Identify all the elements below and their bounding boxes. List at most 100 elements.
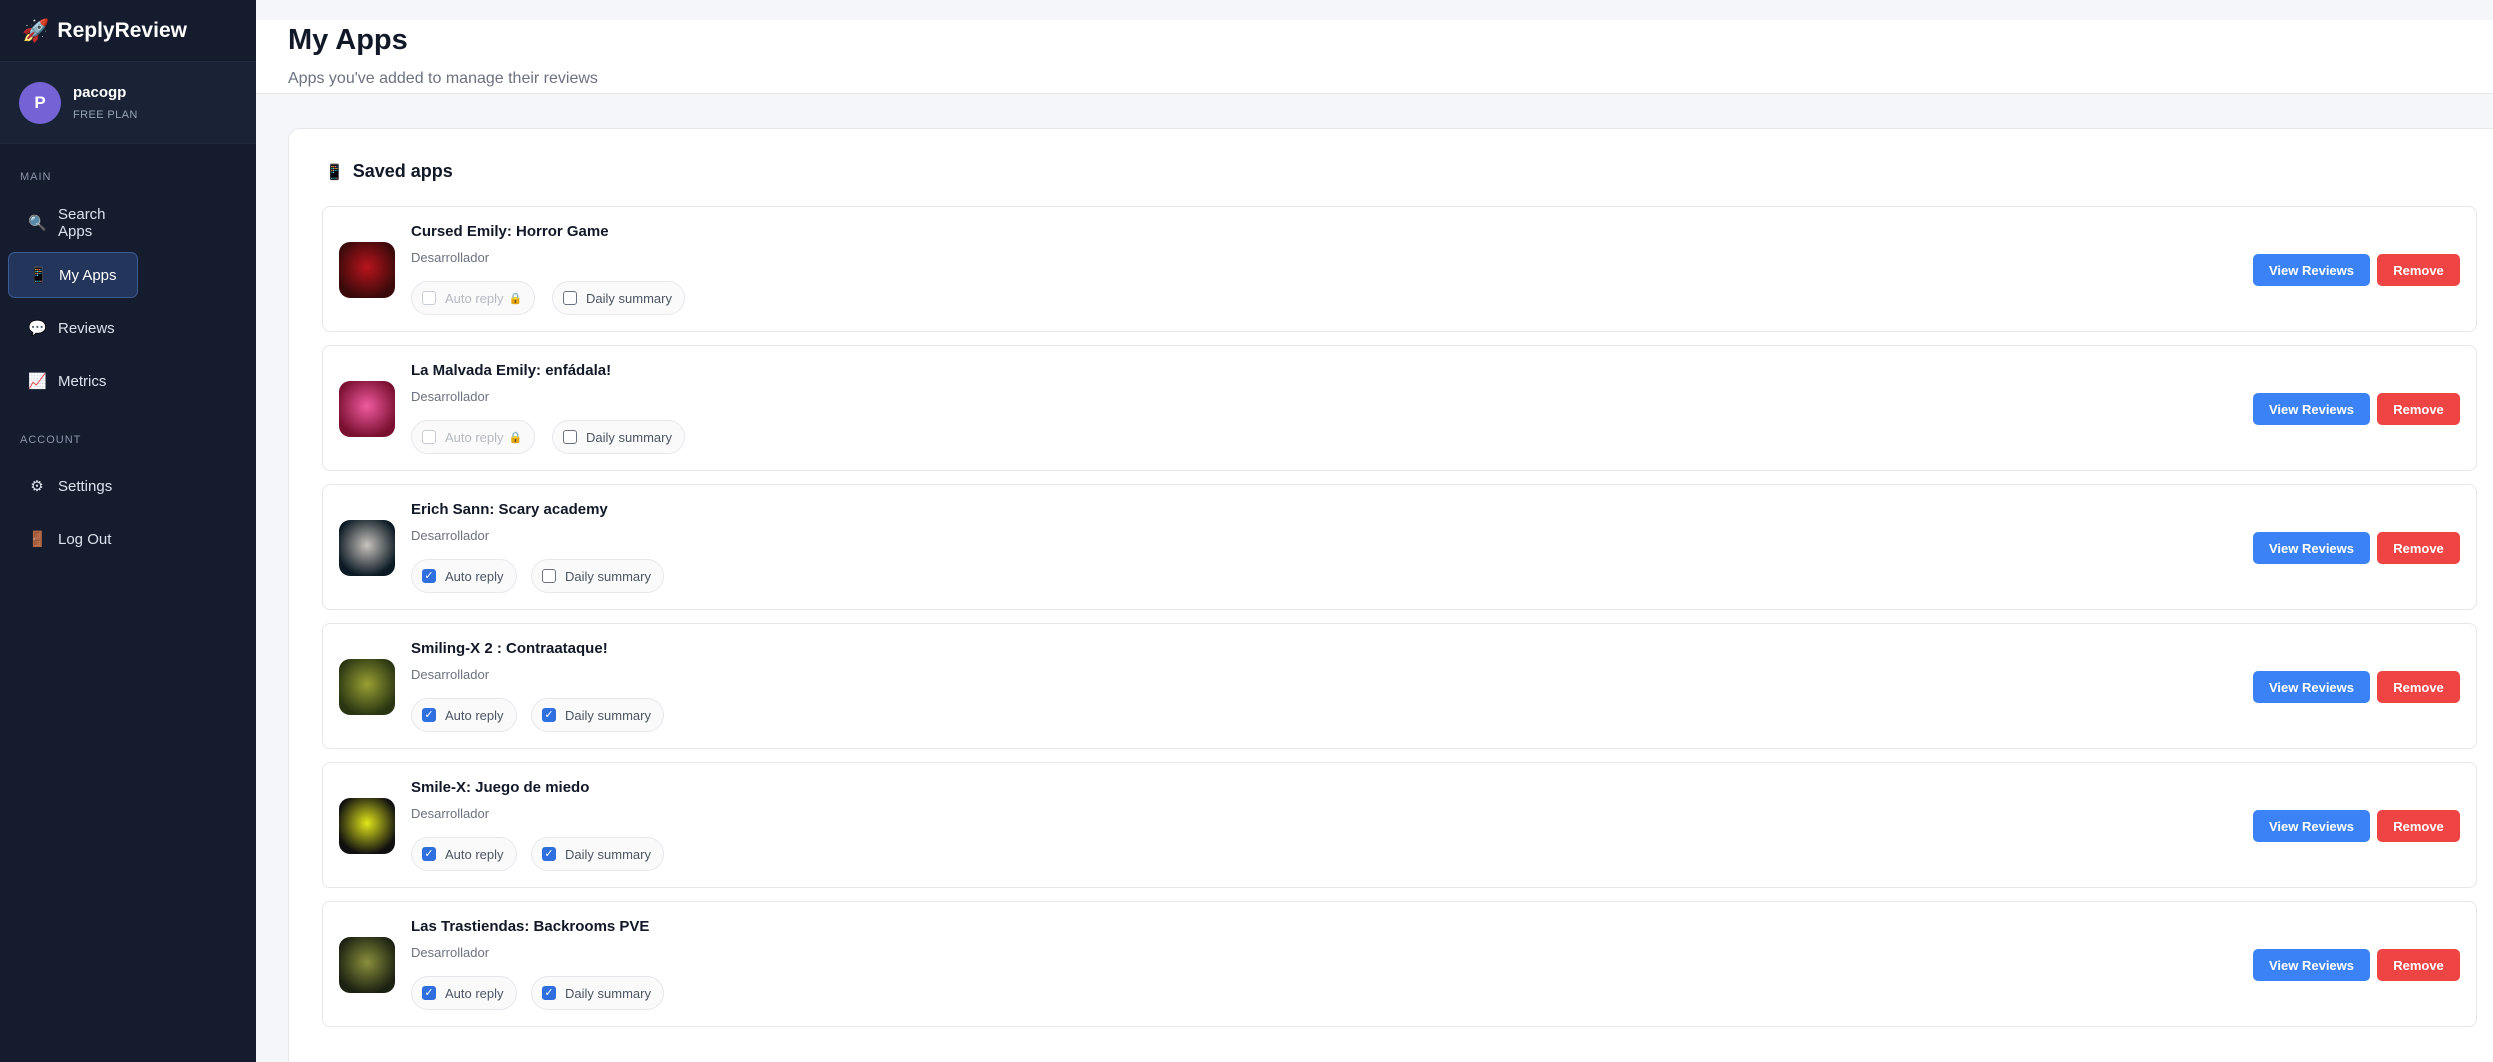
auto-reply-toggle: Auto reply 🔒 [411, 281, 536, 315]
saved-apps-title-text: Saved apps [352, 161, 453, 181]
daily-summary-toggle[interactable]: Daily summary [552, 281, 685, 315]
app-icon [339, 937, 395, 993]
app-name: Smiling-X 2 : Contraataque! [411, 640, 608, 657]
remove-button[interactable]: Remove [2377, 949, 2460, 981]
saved-apps-title: 📱 Saved apps [325, 161, 453, 182]
sidebar-item-label: Reviews [58, 319, 115, 337]
daily-summary-checkbox[interactable]: ✓ [542, 847, 556, 861]
auto-reply-checkbox[interactable]: ✓ [422, 569, 436, 583]
sidebar: 🚀 ReplyReview P pacogp FREE PLAN MAIN AC… [0, 0, 256, 1062]
page-header: My Apps Apps you've added to manage thei… [256, 20, 2493, 94]
app-icon [339, 520, 395, 576]
auto-reply-toggle[interactable]: ✓ Auto reply [411, 837, 517, 871]
auto-reply-toggle[interactable]: ✓ Auto reply [411, 559, 517, 593]
sidebar-item-settings[interactable]: ⚙ Settings [8, 463, 138, 509]
auto-reply-checkbox[interactable]: ✓ [422, 986, 436, 1000]
daily-summary-toggle[interactable]: Daily summary [531, 559, 664, 593]
daily-summary-label: Daily summary [565, 985, 651, 1001]
daily-summary-label: Daily summary [586, 429, 672, 445]
daily-summary-checkbox[interactable] [563, 291, 577, 305]
sidebar-item-label: Metrics [58, 372, 107, 390]
sidebar-item-reviews[interactable]: 💬 Reviews [8, 305, 138, 351]
app-icon [339, 381, 395, 437]
app-name: La Malvada Emily: enfádala! [411, 362, 612, 379]
brand[interactable]: 🚀 ReplyReview [0, 0, 256, 62]
auto-reply-toggle: Auto reply 🔒 [411, 420, 536, 454]
auto-reply-checkbox [422, 430, 436, 444]
app-row: Smiling-X 2 : Contraataque! Desarrollador… [322, 623, 2477, 749]
sidebar-item-log-out[interactable]: 🚪 Log Out [8, 516, 138, 562]
view-reviews-button[interactable]: View Reviews [2253, 254, 2370, 286]
daily-summary-toggle[interactable]: Daily summary [552, 420, 685, 454]
app-icon [339, 242, 395, 298]
auto-reply-checkbox [422, 291, 436, 305]
door-icon: 🚪 [28, 531, 47, 548]
daily-summary-checkbox[interactable] [542, 569, 556, 583]
app-name: Cursed Emily: Horror Game [411, 223, 609, 240]
sidebar-item-label: Log Out [58, 530, 112, 548]
daily-summary-toggle[interactable]: ✓ Daily summary [531, 837, 664, 871]
app-row: Las Trastiendas: Backrooms PVE Desarrolla… [322, 901, 2477, 1027]
phone-icon: 📱 [29, 267, 48, 284]
app-row: La Malvada Emily: enfádala! Desarrollador… [322, 345, 2477, 471]
auto-reply-checkbox[interactable]: ✓ [422, 847, 436, 861]
remove-button[interactable]: Remove [2377, 810, 2460, 842]
sidebar-item-metrics[interactable]: 📈 Metrics [8, 358, 138, 404]
auto-reply-toggle[interactable]: ✓ Auto reply [411, 976, 517, 1010]
app-name: Smile-X: Juego de miedo [411, 779, 590, 796]
rocket-icon: 🚀 [22, 17, 50, 43]
daily-summary-toggle[interactable]: ✓ Daily summary [531, 698, 664, 732]
daily-summary-label: Daily summary [586, 290, 672, 306]
section-label-account: ACCOUNT [20, 434, 82, 446]
auto-reply-label: Auto reply [445, 429, 504, 445]
brand-name: ReplyReview [57, 18, 187, 42]
app-developer: Desarrollador [411, 389, 490, 404]
daily-summary-toggle[interactable]: ✓ Daily summary [531, 976, 664, 1010]
app-row: Erich Sann: Scary academy Desarrollador ✓ A… [322, 484, 2477, 610]
daily-summary-label: Daily summary [565, 846, 651, 862]
user-profile: P pacogp FREE PLAN [0, 62, 256, 144]
view-reviews-button[interactable]: View Reviews [2253, 671, 2370, 703]
sidebar-item-my-apps[interactable]: 📱 My Apps [8, 252, 138, 298]
auto-reply-checkbox[interactable]: ✓ [422, 708, 436, 722]
view-reviews-button[interactable]: View Reviews [2253, 393, 2370, 425]
sidebar-item-search-apps[interactable]: 🔍 Search Apps [8, 200, 138, 246]
phone-icon: 📱 [325, 163, 344, 181]
view-reviews-button[interactable]: View Reviews [2253, 810, 2370, 842]
sidebar-item-label: Settings [58, 477, 113, 495]
search-icon: 🔍 [28, 215, 47, 232]
daily-summary-label: Daily summary [565, 568, 651, 584]
app-icon [339, 798, 395, 854]
daily-summary-checkbox[interactable]: ✓ [542, 986, 556, 1000]
page-title: My Apps [288, 24, 408, 56]
view-reviews-button[interactable]: View Reviews [2253, 532, 2370, 564]
section-label-main: MAIN [20, 171, 52, 183]
app-name: Erich Sann: Scary academy [411, 501, 608, 518]
sidebar-item-label: My Apps [59, 266, 117, 284]
remove-button[interactable]: Remove [2377, 671, 2460, 703]
app-developer: Desarrollador [411, 528, 490, 543]
app-row: Cursed Emily: Horror Game Desarrollador Au… [322, 206, 2477, 332]
view-reviews-button[interactable]: View Reviews [2253, 949, 2370, 981]
auto-reply-label: Auto reply [445, 846, 504, 862]
chart-icon: 📈 [28, 373, 47, 390]
daily-summary-checkbox[interactable] [563, 430, 577, 444]
app-row: Smile-X: Juego de miedo Desarrollador ✓ Aut… [322, 762, 2477, 888]
lock-icon: 🔒 [508, 431, 523, 444]
app-developer: Desarrollador [411, 667, 490, 682]
sidebar-item-label: Search Apps [58, 206, 106, 240]
auto-reply-label: Auto reply [445, 707, 504, 723]
main-content: My Apps Apps you've added to manage thei… [256, 0, 2493, 1062]
plan-badge: FREE PLAN [73, 109, 138, 121]
username: pacogp [73, 84, 127, 101]
auto-reply-label: Auto reply [445, 290, 504, 306]
page-subtitle: Apps you've added to manage their review… [288, 70, 598, 87]
remove-button[interactable]: Remove [2377, 532, 2460, 564]
auto-reply-toggle[interactable]: ✓ Auto reply [411, 698, 517, 732]
app-developer: Desarrollador [411, 806, 490, 821]
lock-icon: 🔒 [508, 292, 523, 305]
remove-button[interactable]: Remove [2377, 393, 2460, 425]
daily-summary-checkbox[interactable]: ✓ [542, 708, 556, 722]
daily-summary-label: Daily summary [565, 707, 651, 723]
remove-button[interactable]: Remove [2377, 254, 2460, 286]
